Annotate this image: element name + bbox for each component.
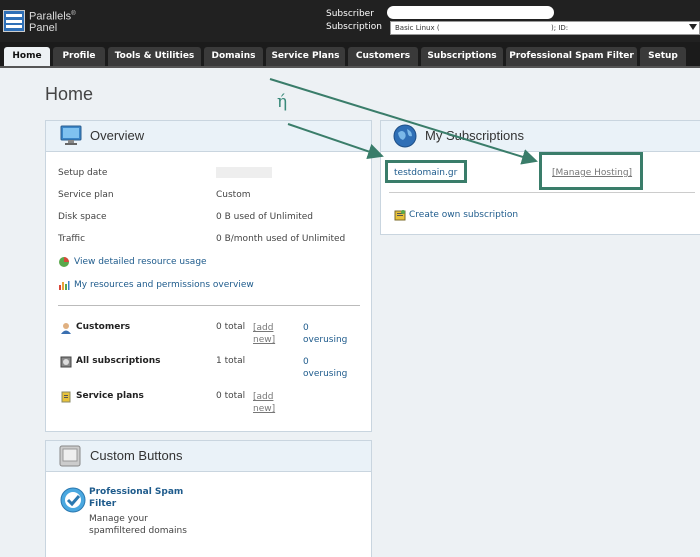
disk-space-label: Disk space — [58, 212, 107, 222]
service-plans-total: 0 total — [216, 391, 246, 401]
custom-buttons-panel: Custom Buttons Professional Spam Filter … — [45, 440, 372, 557]
spam-filter-button-label[interactable]: Professional Spam Filter — [89, 486, 189, 510]
tab-tools-utilities[interactable]: Tools & Utilities — [108, 47, 201, 66]
customers-total: 0 total — [216, 322, 246, 332]
main-tabs: Home Profile Tools & Utilities Domains S… — [0, 42, 700, 68]
create-subscription-icon — [394, 210, 406, 221]
custom-buttons-title: Custom Buttons — [90, 448, 183, 463]
bar-chart-icon — [59, 281, 70, 290]
subscriptions-total[interactable]: 1 total — [216, 356, 245, 366]
disk-space-value: 0 B used of Unlimited — [216, 212, 314, 222]
tab-subscriptions[interactable]: Subscriptions — [421, 47, 503, 66]
customer-icon — [61, 323, 71, 334]
service-plan-value: Custom — [216, 190, 251, 200]
globe-icon — [393, 124, 417, 148]
setup-date-label: Setup date — [58, 168, 108, 178]
chevron-down-icon — [689, 24, 697, 30]
custom-button-icon — [59, 445, 81, 467]
service-plans-label: Service plans — [76, 391, 144, 401]
parallels-logo-icon — [3, 10, 25, 33]
tab-domains[interactable]: Domains — [204, 47, 263, 66]
tab-profile[interactable]: Profile — [53, 47, 105, 66]
subscription-select-value: Basic Linux ( — [395, 24, 440, 32]
top-bar: Parallels® Panel Subscriber Subscription… — [0, 0, 700, 42]
resources-permissions-link[interactable]: My resources and permissions overview — [74, 280, 254, 290]
logo-mark: ® — [71, 11, 76, 17]
logo-line2: Panel — [29, 21, 58, 34]
customers-label: Customers — [76, 322, 131, 332]
traffic-value: 0 B/month used of Unlimited — [216, 234, 346, 244]
logo-text: Parallels® Panel — [29, 9, 76, 34]
subscriber-label: Subscriber — [326, 9, 374, 19]
annotation-text: ή — [277, 92, 288, 112]
setup-date-value — [216, 167, 272, 178]
parallels-logo[interactable]: Parallels® Panel — [3, 9, 76, 34]
tab-professional-spam-filter[interactable]: Professional Spam Filter — [506, 47, 637, 66]
service-plan-label: Service plan — [58, 190, 114, 200]
tab-setup[interactable]: Setup — [640, 47, 686, 66]
service-plans-icon — [61, 391, 71, 403]
overview-panel: Overview Setup date Service plan Custom … — [45, 120, 372, 432]
subscriptions-icon — [60, 356, 72, 368]
all-subscriptions-label: All subscriptions — [76, 356, 161, 366]
tab-service-plans[interactable]: Service Plans — [266, 47, 345, 66]
view-resource-usage-link[interactable]: View detailed resource usage — [74, 257, 207, 267]
add-customer-link[interactable]: [add new] — [253, 322, 279, 346]
my-subscriptions-title: My Subscriptions — [425, 128, 524, 143]
spam-filter-description: Manage your spamfiltered domains — [89, 514, 187, 536]
subscriptions-overusing[interactable]: 0 overusing — [303, 356, 353, 380]
add-service-plan-link[interactable]: [add new] — [253, 391, 279, 415]
traffic-label: Traffic — [58, 234, 86, 244]
tab-home[interactable]: Home — [4, 47, 50, 66]
manage-hosting-highlight-box — [539, 152, 643, 190]
domain-highlight-box — [385, 160, 467, 183]
tab-customers[interactable]: Customers — [348, 47, 418, 66]
subscriber-labels: Subscriber Subscription — [326, 8, 382, 34]
page-title: Home — [45, 84, 94, 104]
monitor-icon — [60, 125, 82, 145]
custom-buttons-header: Custom Buttons — [46, 441, 371, 472]
subscriber-input[interactable] — [387, 6, 554, 19]
divider — [58, 305, 360, 306]
create-subscription-link[interactable]: Create own subscription — [409, 210, 518, 220]
subscription-select[interactable]: Basic Linux ( ); ID: — [390, 21, 700, 35]
pie-chart-icon — [59, 257, 69, 267]
customers-overusing[interactable]: 0 overusing — [303, 322, 353, 346]
spam-filter-icon[interactable] — [60, 487, 86, 513]
subscription-label: Subscription — [326, 22, 382, 32]
subscription-select-id: ); ID: — [551, 24, 569, 32]
overview-header: Overview — [46, 121, 371, 152]
subscriptions-divider — [389, 192, 695, 193]
overview-title: Overview — [90, 128, 145, 143]
subscriptions-header: My Subscriptions — [381, 121, 700, 152]
